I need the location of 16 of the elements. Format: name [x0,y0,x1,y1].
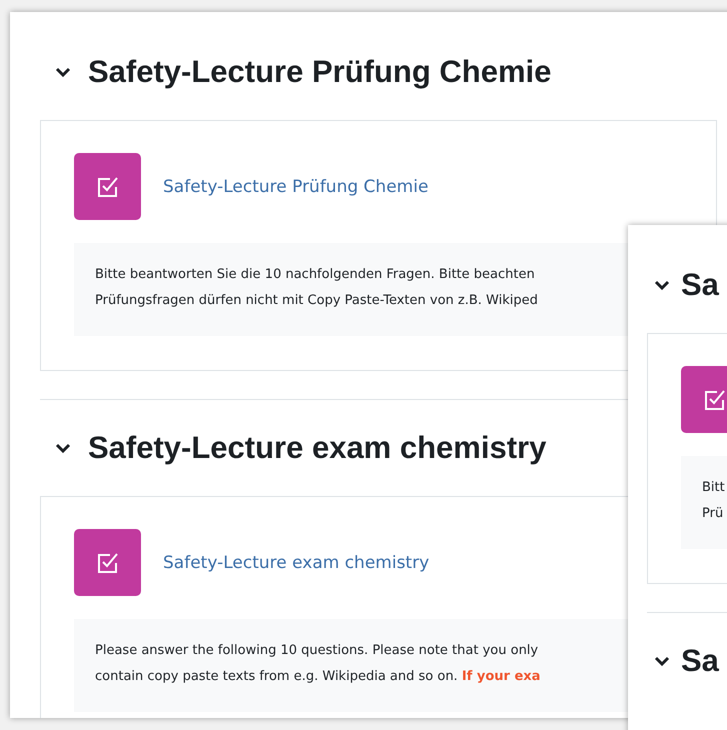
activity-link[interactable]: Safety-Lecture exam chemistry [163,552,430,572]
chevron-down-icon[interactable] [653,655,671,667]
description-text: Prü [702,505,724,523]
description-text: Bitt [702,479,725,497]
section-title: Sa [681,267,719,303]
chevron-down-icon[interactable] [653,279,671,291]
description-text: Please answer the following 10 questions. Please note that you only [95,642,538,660]
chevron-down-icon[interactable] [54,442,72,454]
description-text: contain copy paste texts from e.g. Wikipedia and so on. If your exa [95,668,540,686]
chevron-down-icon[interactable] [54,66,72,78]
section-title: Sa [681,643,719,679]
description-text: Bitte beantworten Sie die 10 nachfolgenden Fragen. Bitte beachten [95,266,535,284]
section-title: Safety-Lecture Prüfung Chemie [88,54,552,90]
activity-link[interactable]: Safety-Lecture Prüfung Chemie [163,176,428,196]
description-text: Prüfungsfragen dürfen nicht mit Copy Paste-Texten von z.B. Wikiped [95,292,538,310]
section-title: Safety-Lecture exam chemistry [88,430,546,466]
